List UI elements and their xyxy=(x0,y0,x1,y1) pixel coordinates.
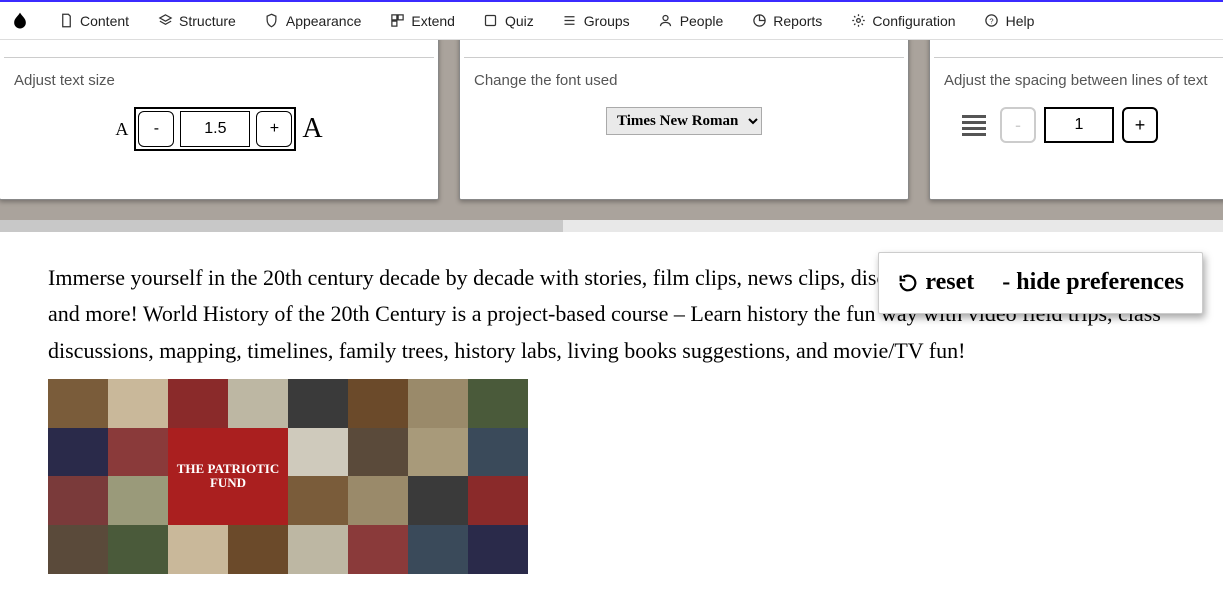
line-spacing-icon xyxy=(962,115,986,136)
reset-icon xyxy=(897,272,919,294)
list-icon xyxy=(562,13,578,29)
line-spacing-stepper: - + xyxy=(944,107,1223,143)
hide-preferences-button[interactable]: - hide preferences xyxy=(1002,263,1184,303)
font-label: Change the font used xyxy=(474,72,894,89)
nav-configuration[interactable]: Configuration xyxy=(850,13,955,29)
history-collage-image: THE PATRIOTIC FUND xyxy=(48,379,528,574)
nav-groups[interactable]: Groups xyxy=(562,13,630,29)
admin-toolbar: Content Structure Appearance Extend Quiz… xyxy=(0,0,1223,40)
nav-label: Groups xyxy=(584,13,630,29)
nav-help[interactable]: ? Help xyxy=(984,13,1035,29)
nav-label: Help xyxy=(1006,13,1035,29)
nav-label: Extend xyxy=(411,13,455,29)
font-select[interactable]: Times New Roman xyxy=(606,107,762,135)
letter-a-large-icon: A xyxy=(302,113,322,145)
puzzle-icon xyxy=(389,13,405,29)
text-size-stepper: A - + A xyxy=(14,107,424,151)
nav-label: Appearance xyxy=(286,13,362,29)
gear-icon xyxy=(850,13,866,29)
nav-reports[interactable]: Reports xyxy=(751,13,822,29)
layers-icon xyxy=(157,13,173,29)
reset-button[interactable]: reset xyxy=(897,263,974,303)
nav-label: Configuration xyxy=(872,13,955,29)
text-size-input[interactable] xyxy=(180,111,250,147)
reset-label: reset xyxy=(925,263,974,303)
text-size-decrease-button[interactable]: - xyxy=(138,111,174,147)
text-size-increase-button[interactable]: + xyxy=(256,111,292,147)
letter-a-small-icon: A xyxy=(115,119,128,140)
line-spacing-card: Adjust the spacing between lines of text… xyxy=(929,40,1223,200)
text-size-label: Adjust text size xyxy=(14,72,424,89)
scrollbar-thumb[interactable] xyxy=(0,220,563,232)
nav-structure[interactable]: Structure xyxy=(157,13,236,29)
line-spacing-label: Adjust the spacing between lines of text xyxy=(944,72,1223,89)
patriotic-fund-badge: THE PATRIOTIC FUND xyxy=(168,428,288,526)
nav-quiz[interactable]: Quiz xyxy=(483,13,534,29)
preferences-panel: Adjust text size A - + A Change the font… xyxy=(0,40,1223,220)
text-size-card: Adjust text size A - + A xyxy=(0,40,439,200)
help-icon: ? xyxy=(984,13,1000,29)
nav-label: People xyxy=(680,13,724,29)
hide-preferences-label: - hide preferences xyxy=(1002,263,1184,303)
nav-people[interactable]: People xyxy=(658,13,724,29)
nav-label: Structure xyxy=(179,13,236,29)
nav-label: Content xyxy=(80,13,129,29)
page-content: reset - hide preferences Immerse yoursel… xyxy=(0,232,1223,574)
person-icon xyxy=(658,13,674,29)
nav-appearance[interactable]: Appearance xyxy=(264,13,362,29)
nav-label: Reports xyxy=(773,13,822,29)
chart-icon xyxy=(751,13,767,29)
horizontal-scrollbar[interactable] xyxy=(0,220,1223,232)
svg-text:?: ? xyxy=(990,17,994,26)
square-icon xyxy=(483,13,499,29)
nav-extend[interactable]: Extend xyxy=(389,13,455,29)
shield-icon xyxy=(264,13,280,29)
font-card: Change the font used Times New Roman xyxy=(459,40,909,200)
line-spacing-input[interactable] xyxy=(1044,107,1114,143)
drupal-logo-icon[interactable] xyxy=(10,11,30,31)
nav-content[interactable]: Content xyxy=(58,13,129,29)
file-icon xyxy=(58,13,74,29)
nav-label: Quiz xyxy=(505,13,534,29)
line-spacing-decrease-button[interactable]: - xyxy=(1000,107,1036,143)
line-spacing-increase-button[interactable]: + xyxy=(1122,107,1158,143)
preferences-float-panel: reset - hide preferences xyxy=(878,252,1203,314)
